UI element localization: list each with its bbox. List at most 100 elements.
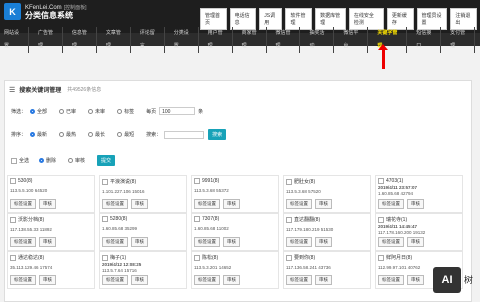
sort-newest-radio[interactable] [30,132,36,137]
keyword-checkbox[interactable] [10,178,16,184]
filter-label: 筛选： [11,108,27,115]
nav-info[interactable]: 信息管理 [68,26,97,53]
tag-settings-button[interactable]: 标签设置 [194,237,220,247]
review-button[interactable]: 审核 [131,237,148,247]
tag-settings-button[interactable]: 标签设置 [194,199,220,209]
tag-settings-button[interactable]: 标签设置 [10,237,36,247]
keyword-name: 平浪演说(8) [110,179,137,185]
nav-wechat-platform[interactable]: 微信平台 [339,26,369,53]
keyword-checkbox[interactable] [102,254,108,261]
keyword-meta: 113.5.3.201 14652 [194,265,232,270]
review-button[interactable]: 审核 [315,275,332,285]
tag-settings-button[interactable]: 标签设置 [286,237,312,247]
keyword-checkbox[interactable] [194,254,200,261]
select-all-label: 全选 [19,158,30,164]
review-button[interactable]: 审核 [315,237,332,247]
keyword-meta: 117.136.58.241 43736 [286,265,331,270]
tag-settings-button[interactable]: 标签设置 [378,199,404,209]
review-button[interactable]: 审核 [223,199,240,209]
keyword-checkbox[interactable] [10,254,16,261]
review-button[interactable]: 审核 [131,199,148,209]
review-button[interactable]: 审核 [407,237,424,247]
review-button[interactable]: 审核 [407,275,424,285]
keyword-checkbox[interactable] [194,216,200,222]
keyword-card: 肥肚女(8) 113.5.3.68 57520 标签设置 审核 [283,175,371,213]
search-input[interactable] [164,130,205,139]
nav-payment[interactable]: 支付管理 [446,26,476,53]
keyword-checkbox[interactable] [378,216,384,223]
select-all-checkbox[interactable] [11,157,17,164]
nav-categories[interactable]: 分类设置 [170,26,199,53]
filter-all-radio[interactable] [30,108,36,114]
keyword-meta: 1.60.85.68 35299 [102,226,138,231]
tag-settings-button[interactable]: 标签设置 [194,275,220,285]
keyword-name: 陈松(8) [202,255,219,261]
keyword-checkbox[interactable] [194,178,200,184]
review-button[interactable]: 审核 [223,275,240,285]
review-button[interactable]: 审核 [39,237,56,247]
keyword-checkbox[interactable] [286,216,292,223]
keyword-checkbox[interactable] [378,254,384,261]
record-count: 共49526条信息 [67,87,102,93]
keyword-checkbox[interactable] [378,178,384,184]
keyword-checkbox[interactable] [102,178,108,185]
nav-users[interactable]: 用户管理 [204,26,233,53]
review-button[interactable]: 审核 [223,237,240,247]
tag-settings-button[interactable]: 标签设置 [102,275,128,285]
per-page-input[interactable]: 100 [159,107,196,115]
search-button[interactable]: 搜索 [208,129,227,140]
tag-settings-button[interactable]: 标签设置 [102,237,128,247]
nav-wechat[interactable]: 微信管理 [272,26,301,53]
tag-settings-button[interactable]: 标签设置 [286,275,312,285]
filter-tag-radio[interactable] [117,108,123,114]
tag-settings-button[interactable]: 标签设置 [378,237,404,247]
nav-site-settings[interactable]: 网站设置 [0,26,29,53]
ai-watermark-badge: AI [433,267,461,293]
filter-approved-radio[interactable] [59,108,65,114]
sort-longest-radio[interactable] [88,132,94,137]
keyword-time: 2019/4/12 12:08:25 [102,262,142,267]
review-button[interactable]: 审核 [315,199,332,209]
keyword-card: 530(8) 113.5.5.100 64520 标签设置 审核 [7,175,95,213]
per-page-unit: 条 [198,108,204,115]
filter-approved-label: 已审 [66,108,77,115]
keyword-grid: 530(8) 113.5.5.100 64520 标签设置 审核 平浪演说(8) 1.1… [7,175,467,289]
keyword-card: 4703(1) 2019/4/11 23:57:07 1.60.85.68 4279… [375,175,463,213]
keyword-checkbox[interactable] [102,216,108,222]
keyword-panel: ☰ 搜索关键词管理 共49526条信息 筛选： 全部 已审 未审 标签 每页 1… [4,80,472,302]
nav-sms[interactable]: 短信接口 [412,26,442,53]
sort-hottest-radio[interactable] [59,132,65,137]
nav-merchants[interactable]: 商家管理 [238,26,267,53]
review-radio[interactable] [68,158,74,163]
search-label: 搜索： [146,132,162,138]
nav-comments[interactable]: 评论留言 [136,26,165,53]
review-label: 审核 [75,158,86,164]
sort-label: 排序： [11,132,27,138]
sort-row: 排序： 最新 最热 最长 最短 搜索： 搜索 [11,129,227,140]
nav-ads[interactable]: 广告管理 [34,26,63,53]
nav-articles[interactable]: 文章管理 [102,26,131,53]
submit-button[interactable]: 提交 [97,155,116,166]
keyword-meta: 113.5.3.68 57520 [286,189,321,194]
review-button[interactable]: 审核 [39,199,56,209]
review-button[interactable]: 审核 [39,275,56,285]
keyword-card: 平浪演说(8) 1.101.227.106 15016 标签设置 审核 [99,175,187,213]
tag-settings-button[interactable]: 标签设置 [102,199,128,209]
review-button[interactable]: 审核 [407,199,424,209]
keyword-checkbox[interactable] [286,254,292,261]
sort-shortest-radio[interactable] [117,132,123,137]
tag-settings-button[interactable]: 标签设置 [378,275,404,285]
tag-settings-button[interactable]: 标签设置 [286,199,312,209]
tag-settings-button[interactable]: 标签设置 [10,275,36,285]
review-button[interactable]: 审核 [131,275,148,285]
tag-settings-button[interactable]: 标签设置 [10,199,36,209]
keyword-name: 直达翻翻(8) [294,217,321,223]
keyword-card: 沃影分档(8) 117.138.55.33 11892 标签设置 审核 [7,213,95,251]
delete-radio[interactable] [39,158,45,163]
keyword-checkbox[interactable] [286,178,292,185]
keyword-time: 2019/4/11 23:57:07 [378,185,418,190]
nav-lottery[interactable]: 抽奖活动 [305,26,335,53]
filter-pending-radio[interactable] [88,108,94,114]
keyword-checkbox[interactable] [10,216,16,223]
keyword-meta: 1.60.85.68 11002 [194,226,229,231]
